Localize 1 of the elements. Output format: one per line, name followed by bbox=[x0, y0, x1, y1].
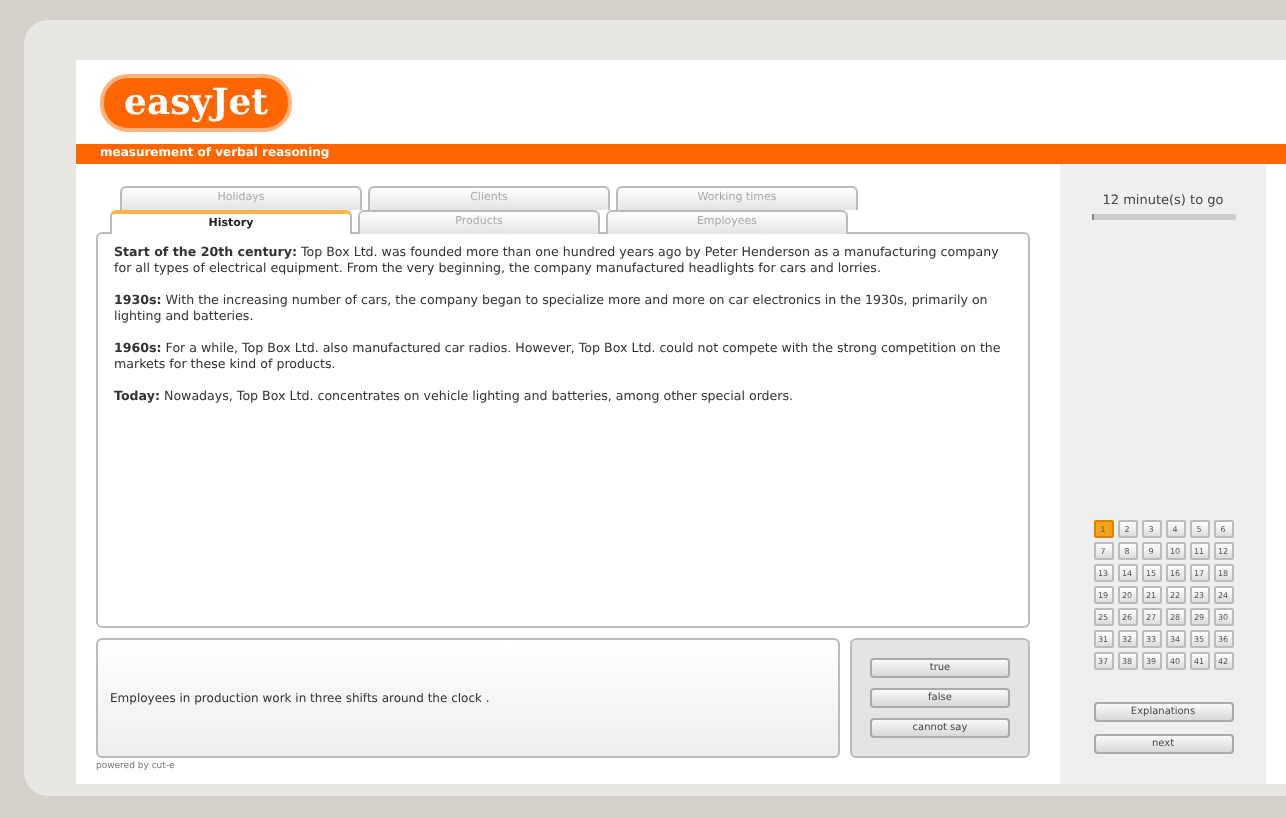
logo: easyJet bbox=[100, 73, 292, 131]
